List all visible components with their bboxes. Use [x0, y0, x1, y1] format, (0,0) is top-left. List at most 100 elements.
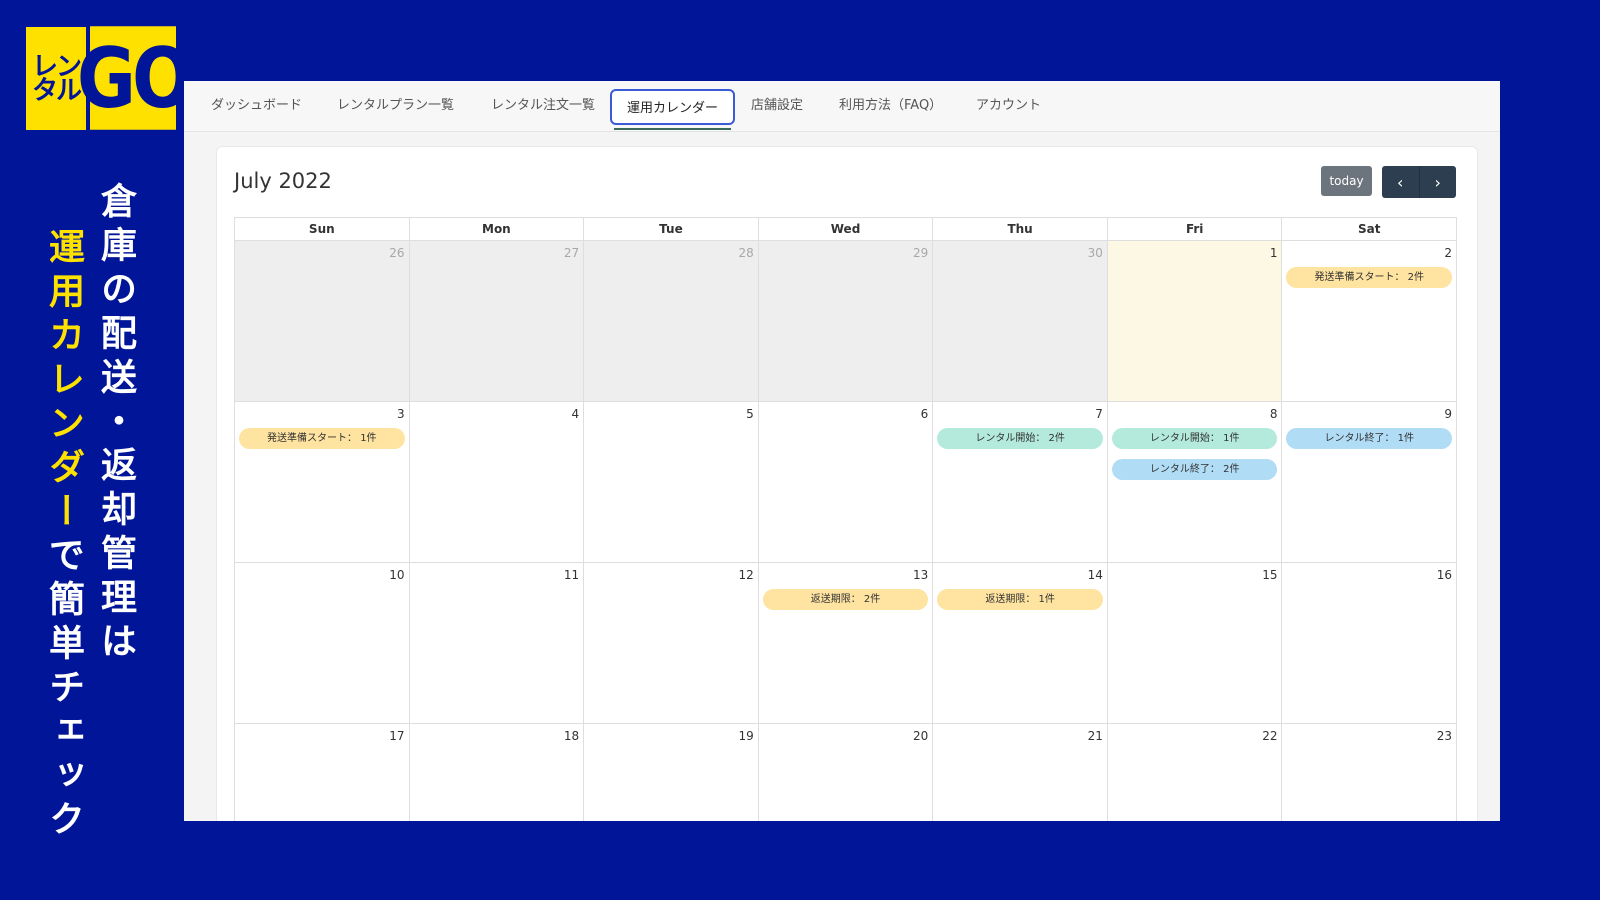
day-cell[interactable]: 27: [409, 241, 585, 401]
day-events: 発送準備スタート： 2件: [1286, 267, 1453, 298]
day-events: 返送期限： 2件: [762, 589, 929, 620]
tab-store-settings[interactable]: 店舗設定: [751, 81, 803, 131]
calendar-week: 17 18 19 20 21 22 23: [235, 724, 1458, 821]
chevron-left-icon: ‹: [1397, 172, 1404, 192]
weekday-header: Sun Mon Tue Wed Thu Fri Sat: [235, 217, 1458, 241]
day-events: 発送準備スタート： 1件: [239, 428, 405, 459]
day-cell-today[interactable]: 1: [1107, 241, 1283, 401]
day-number: 1: [1269, 246, 1278, 260]
calendar-week: 10 11 12 13 返送期限： 2件 14 返送期限： 1件 15 16: [235, 563, 1458, 724]
day-cell[interactable]: 19: [584, 724, 759, 821]
logo-text-line1: レン: [31, 51, 82, 82]
day-cell[interactable]: 2 発送準備スタート： 2件: [1282, 241, 1458, 401]
day-number: 19: [738, 729, 754, 743]
day-number: 2: [1444, 246, 1453, 260]
tab-rental-orders[interactable]: レンタル注文一覧: [491, 81, 595, 131]
weekday-mon: Mon: [410, 218, 585, 240]
calendar-week: 26 27 28 29 30 1 2 発送準備スタート： 2件: [235, 241, 1458, 402]
day-cell[interactable]: 20: [758, 724, 934, 821]
day-cell[interactable]: 17: [235, 724, 410, 821]
day-cell[interactable]: 11: [409, 563, 585, 723]
weekday-wed: Wed: [759, 218, 934, 240]
day-cell[interactable]: 10: [235, 563, 410, 723]
day-cell[interactable]: 30: [933, 241, 1108, 401]
tab-dashboard[interactable]: ダッシュボード: [211, 81, 302, 131]
day-number: 5: [746, 407, 754, 421]
day-number: 27: [563, 246, 580, 260]
main-nav-tabs: ダッシュボード レンタルプラン一覧 レンタル注文一覧 運用カレンダー 店舗設定 …: [184, 81, 1500, 132]
day-cell[interactable]: 21: [933, 724, 1108, 821]
day-cell[interactable]: 15: [1107, 563, 1283, 723]
day-cell[interactable]: 22: [1107, 724, 1283, 821]
day-cell[interactable]: 9 レンタル終了： 1件: [1282, 402, 1458, 562]
day-number: 23: [1436, 729, 1453, 743]
tagline-line1: 倉庫の配送・返却管理は: [95, 182, 136, 666]
calendar-event-due[interactable]: 返送期限： 2件: [762, 589, 929, 610]
day-cell[interactable]: 23: [1282, 724, 1458, 821]
calendar-event-due[interactable]: 返送期限： 1件: [937, 589, 1103, 610]
app-window: ダッシュボード レンタルプラン一覧 レンタル注文一覧 運用カレンダー 店舗設定 …: [184, 81, 1500, 821]
day-cell[interactable]: 7 レンタル開始： 2件: [933, 402, 1108, 562]
day-number: 28: [738, 246, 754, 260]
calendar-event-end[interactable]: レンタル終了： 1件: [1286, 428, 1453, 449]
day-number: 9: [1444, 407, 1453, 421]
day-cell[interactable]: 4: [409, 402, 585, 562]
calendar-event-start[interactable]: レンタル開始： 1件: [1111, 428, 1278, 449]
logo-mark-right: GO: [77, 26, 193, 130]
calendar-weeks: 26 27 28 29 30 1 2 発送準備スタート： 2件 3 発送準備スタート： 1件 4 5 6…: [235, 241, 1458, 821]
day-number: 10: [389, 568, 405, 582]
day-number: 21: [1087, 729, 1103, 743]
day-cell[interactable]: 12: [584, 563, 759, 723]
day-cell[interactable]: 26: [235, 241, 410, 401]
day-number: 3: [396, 407, 405, 421]
calendar-event-end[interactable]: レンタル終了： 2件: [1111, 459, 1278, 480]
calendar-event-prep[interactable]: 発送準備スタート： 2件: [1286, 267, 1453, 288]
month-grid: Sun Mon Tue Wed Thu Fri Sat 26 27 28 29 30 1 2…: [234, 217, 1458, 821]
day-cell[interactable]: 16: [1282, 563, 1458, 723]
tab-operation-calendar[interactable]: 運用カレンダー: [610, 89, 736, 130]
day-number: 4: [571, 407, 580, 421]
day-number: 26: [389, 246, 405, 260]
weekday-fri: Fri: [1108, 218, 1283, 240]
day-cell[interactable]: 18: [409, 724, 585, 821]
tab-faq[interactable]: 利用方法（FAQ）: [839, 81, 942, 131]
day-cell[interactable]: 6: [758, 402, 934, 562]
day-events: 返送期限： 1件: [937, 589, 1103, 620]
tagline-rest: で簡単チェック: [43, 536, 84, 844]
logo-text-line2: タル: [31, 75, 82, 106]
calendar-event-start[interactable]: レンタル開始： 2件: [937, 428, 1103, 449]
day-number: 7: [1095, 407, 1103, 421]
day-number: 6: [920, 407, 929, 421]
day-number: 14: [1087, 568, 1103, 582]
tab-rental-plans[interactable]: レンタルプラン一覧: [337, 81, 454, 131]
day-cell[interactable]: 13 返送期限： 2件: [758, 563, 934, 723]
tagline-line2: 運用カレンダーで簡単チェック: [37, 228, 89, 844]
today-button[interactable]: today: [1321, 166, 1372, 196]
chevron-right-icon: ›: [1434, 172, 1441, 192]
month-nav-group: ‹ ›: [1382, 166, 1456, 198]
calendar-event-prep[interactable]: 発送準備スタート： 1件: [239, 428, 405, 449]
weekday-tue: Tue: [584, 218, 759, 240]
weekday-thu: Thu: [933, 218, 1108, 240]
day-events: レンタル終了： 1件: [1286, 428, 1453, 459]
day-cell[interactable]: 29: [758, 241, 934, 401]
day-number: 15: [1262, 568, 1278, 582]
day-number: 8: [1269, 407, 1278, 421]
day-cell[interactable]: 28: [584, 241, 759, 401]
day-number: 13: [913, 568, 929, 582]
calendar-title: July 2022: [234, 169, 332, 193]
next-month-button[interactable]: ›: [1418, 166, 1457, 198]
tagline-highlight: 運用カレンダー: [43, 228, 84, 536]
day-cell[interactable]: 5: [584, 402, 759, 562]
day-number: 30: [1087, 246, 1103, 260]
day-number: 22: [1262, 729, 1278, 743]
calendar-week: 3 発送準備スタート： 1件 4 5 6 7 レンタル開始： 2件 8 レンタル開始： 1件 レン…: [235, 402, 1458, 563]
tab-account[interactable]: アカウント: [976, 81, 1041, 131]
day-cell[interactable]: 3 発送準備スタート： 1件: [235, 402, 410, 562]
day-cell[interactable]: 14 返送期限： 1件: [933, 563, 1108, 723]
weekday-sat: Sat: [1282, 218, 1458, 240]
prev-month-button[interactable]: ‹: [1382, 166, 1419, 198]
calendar-card: July 2022 today ‹ › Sun Mon Tue Wed Thu …: [216, 146, 1478, 821]
day-events: レンタル開始： 2件: [937, 428, 1103, 459]
day-cell[interactable]: 8 レンタル開始： 1件 レンタル終了： 2件: [1107, 402, 1283, 562]
